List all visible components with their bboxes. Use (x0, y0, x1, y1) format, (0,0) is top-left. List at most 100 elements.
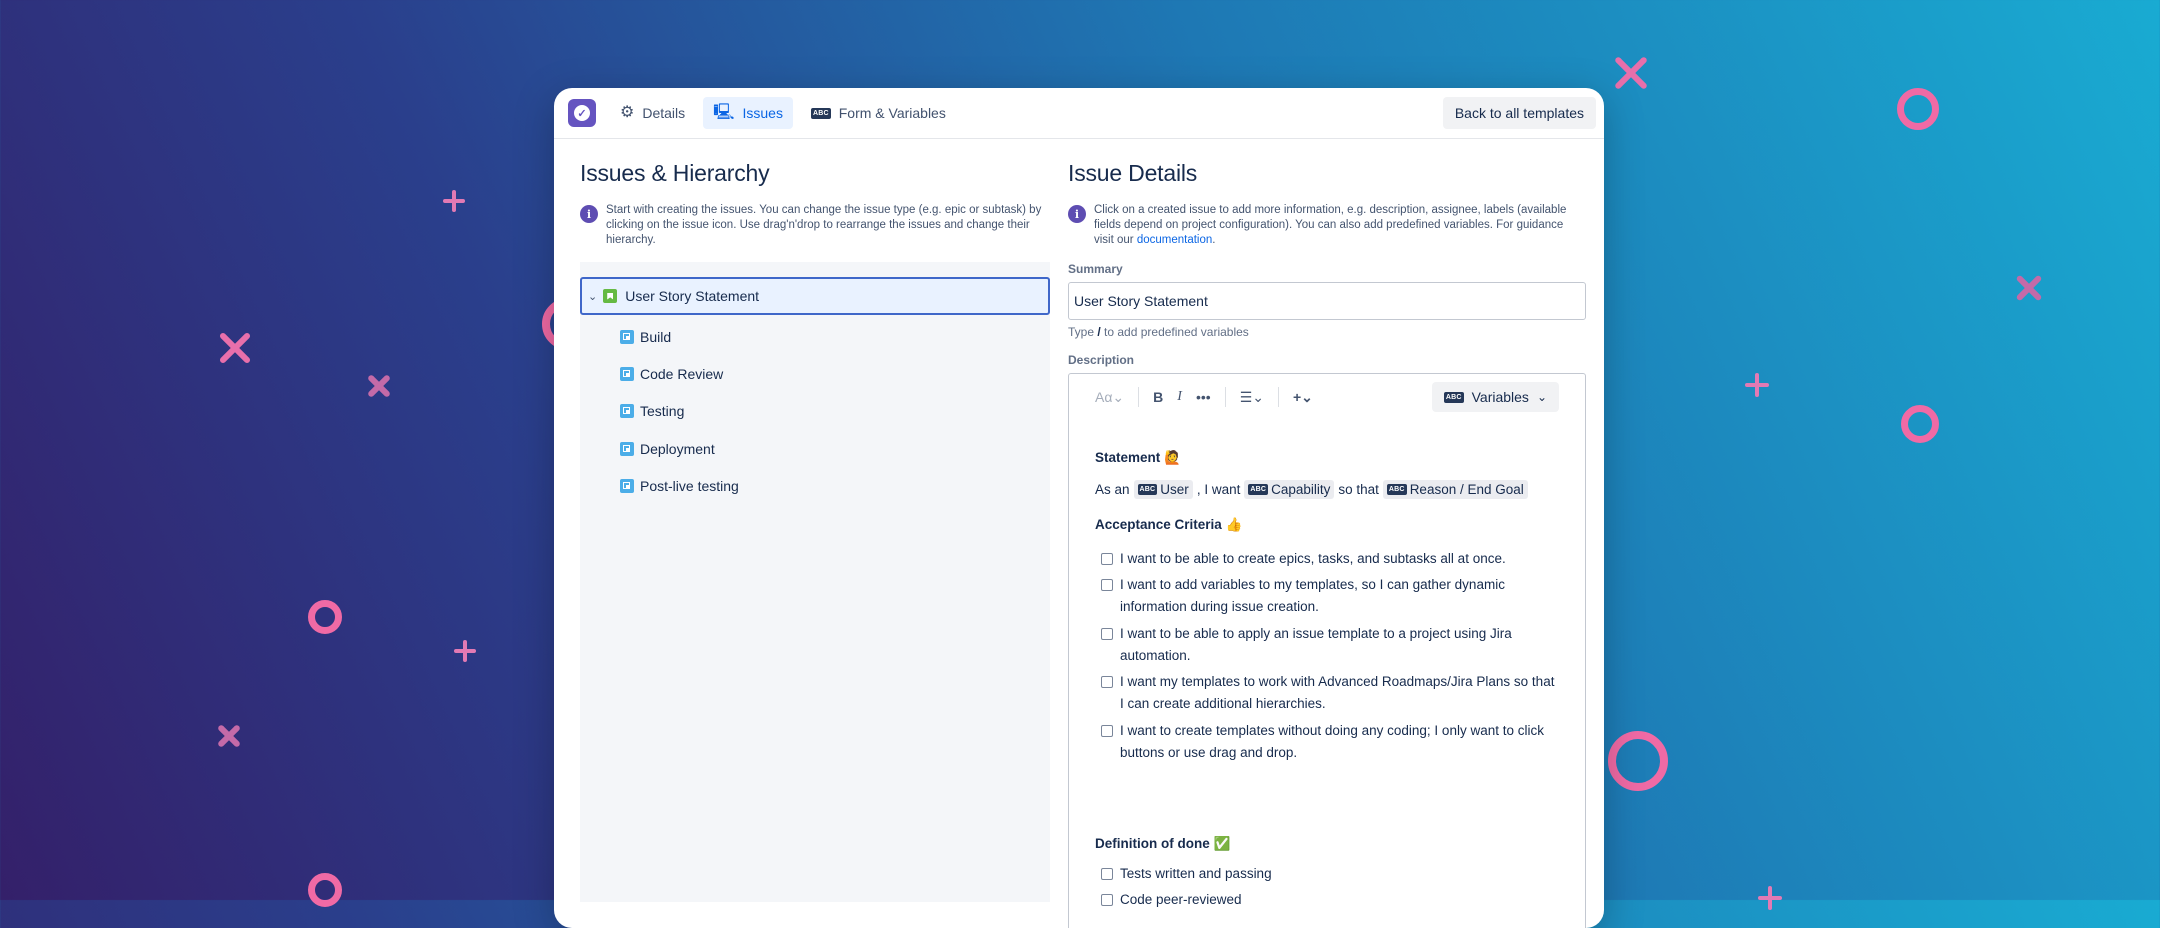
insert-dropdown-icon[interactable]: +⌄ (1293, 389, 1313, 406)
statement-text: , I want (1196, 482, 1241, 497)
cross-decoration (365, 372, 393, 400)
section-title: Issues & Hierarchy (580, 160, 770, 186)
variable-chip-reason[interactable]: ABC Reason / End Goal (1382, 480, 1528, 499)
chip-label: User (1160, 482, 1189, 497)
variable-abc-icon: ABC (1443, 391, 1464, 403)
top-navigation-bar: ✓ ⚙ Details 🖳 Issues ABC Form & Variable… (554, 88, 1604, 139)
info-end: . (1212, 234, 1216, 246)
dod-text: Tests written and passing (1120, 866, 1272, 881)
tab-label: Issues (742, 105, 783, 121)
criteria-item: I want to create templates without doing… (1101, 720, 1561, 764)
ring-decoration (1901, 405, 1939, 443)
tree-item-label: Build (640, 329, 672, 345)
more-formatting-icon[interactable]: ••• (1196, 389, 1211, 405)
subtask-icon[interactable] (620, 442, 634, 456)
editor-toolbar: Aα⌄ B I ••• ☰⌄ +⌄ ABC Variables ⌄ (1069, 374, 1585, 420)
statement-heading: Statement 🙋 (1095, 450, 1181, 465)
ring-decoration (1897, 88, 1939, 130)
cross-decoration (2013, 272, 2045, 304)
ring-decoration (1608, 731, 1668, 791)
tab-form-variables[interactable]: ABC Form & Variables (801, 97, 956, 129)
checkbox[interactable] (1101, 676, 1113, 688)
toolbar-divider (1138, 387, 1140, 407)
variables-button[interactable]: ABC Variables ⌄ (1431, 382, 1559, 412)
plus-decoration (443, 190, 465, 212)
criteria-item: I want to be able to create epics, tasks… (1101, 548, 1561, 570)
hint-text: to add predefined variables (1100, 325, 1249, 339)
list-dropdown-icon[interactable]: ☰⌄ (1240, 389, 1264, 406)
checkbox[interactable] (1101, 868, 1113, 880)
info-message: i Start with creating the issues. You ca… (580, 203, 1050, 248)
dod-text: Code peer-reviewed (1120, 892, 1242, 907)
variables-label: Variables (1471, 389, 1529, 405)
subtask-icon[interactable] (620, 479, 634, 493)
subtask-icon[interactable] (620, 330, 634, 344)
tree-item-testing[interactable]: Testing (620, 400, 684, 422)
checkbox[interactable] (1101, 579, 1113, 591)
statement-text: so that (1338, 482, 1379, 497)
checkbox[interactable] (1101, 725, 1113, 737)
variable-abc-icon: ABC (810, 107, 831, 119)
criteria-text: I want to be able to apply an issue temp… (1120, 626, 1512, 663)
app-logo: ✓ (568, 99, 596, 127)
text-style-dropdown[interactable]: Aα⌄ (1095, 389, 1124, 406)
criteria-item: I want to add variables to my templates,… (1101, 574, 1561, 618)
tree-item-code-review[interactable]: Code Review (620, 363, 723, 385)
tree-item-build[interactable]: Build (620, 326, 671, 348)
bold-icon[interactable]: B (1153, 389, 1163, 405)
tree-item-post-live-testing[interactable]: Post-live testing (620, 475, 739, 497)
tab-issues[interactable]: 🖳 Issues (703, 97, 793, 129)
criteria-text: I want my templates to work with Advance… (1120, 674, 1555, 711)
plus-decoration (454, 640, 476, 662)
documentation-link[interactable]: documentation (1137, 234, 1212, 246)
toolbar-divider (1277, 387, 1279, 407)
check-icon: ✓ (574, 105, 590, 121)
plus-decoration (1745, 373, 1769, 397)
back-to-templates-button[interactable]: Back to all templates (1442, 97, 1596, 129)
definition-of-done-heading: Definition of done ✅ (1095, 836, 1231, 851)
gear-icon: ⚙ (620, 104, 635, 121)
tree-item-label: Post-live testing (640, 478, 739, 494)
issue-details-panel: Issue Details i Click on a created issue… (1068, 160, 1586, 928)
issue-tree: ⌄ User Story Statement Build Code Review… (580, 262, 1050, 902)
subtask-icon[interactable] (620, 404, 634, 418)
summary-input[interactable] (1068, 282, 1586, 320)
info-text: Click on a created issue to add more inf… (1094, 203, 1586, 248)
statement-text: As an (1095, 482, 1130, 497)
tab-details[interactable]: ⚙ Details (610, 97, 695, 129)
variable-abc-icon: ABC (1137, 484, 1158, 495)
variable-chip-user[interactable]: ABC User (1133, 480, 1193, 499)
summary-label: Summary (1068, 262, 1123, 276)
tree-item-label: User Story Statement (625, 288, 760, 304)
subtask-icon[interactable] (620, 367, 634, 381)
tab-label: Details (642, 105, 686, 121)
info-text: Start with creating the issues. You can … (606, 204, 1042, 246)
tab-label: Form & Variables (838, 105, 946, 121)
chip-label: Reason / End Goal (1409, 482, 1524, 497)
hint-text: Type (1068, 325, 1098, 339)
chevron-down-icon[interactable]: ⌄ (588, 290, 597, 303)
checkbox[interactable] (1101, 628, 1113, 640)
toolbar-divider (1224, 387, 1226, 407)
variable-chip-capability[interactable]: ABC Capability (1244, 480, 1335, 499)
italic-icon[interactable]: I (1177, 389, 1182, 405)
checkbox[interactable] (1101, 553, 1113, 565)
description-editor[interactable]: Aα⌄ B I ••• ☰⌄ +⌄ ABC Variables ⌄ Statem… (1068, 373, 1586, 928)
tree-item-label: Deployment (640, 441, 715, 457)
tree-item-root[interactable]: ⌄ User Story Statement (580, 277, 1050, 315)
statement-line: As an ABC User , I want ABC Capability so … (1095, 480, 1532, 499)
tree-item-deployment[interactable]: Deployment (620, 438, 715, 460)
story-issue-icon[interactable] (603, 289, 618, 303)
ring-decoration (308, 600, 342, 634)
issues-hierarchy-panel: Issues & Hierarchy i Start with creating… (580, 160, 1050, 902)
dod-item: Tests written and passing (1101, 863, 1561, 885)
variable-abc-icon: ABC (1248, 484, 1269, 495)
info-message: i Click on a created issue to add more i… (1068, 203, 1586, 248)
checkbox[interactable] (1101, 894, 1113, 906)
ring-decoration (308, 873, 342, 907)
criteria-text: I want to create templates without doing… (1120, 723, 1544, 760)
chip-label: Capability (1271, 482, 1331, 497)
issues-icon: 🖳 (713, 104, 735, 121)
template-editor-window: ✓ ⚙ Details 🖳 Issues ABC Form & Variable… (554, 88, 1604, 928)
description-label: Description (1068, 353, 1135, 367)
